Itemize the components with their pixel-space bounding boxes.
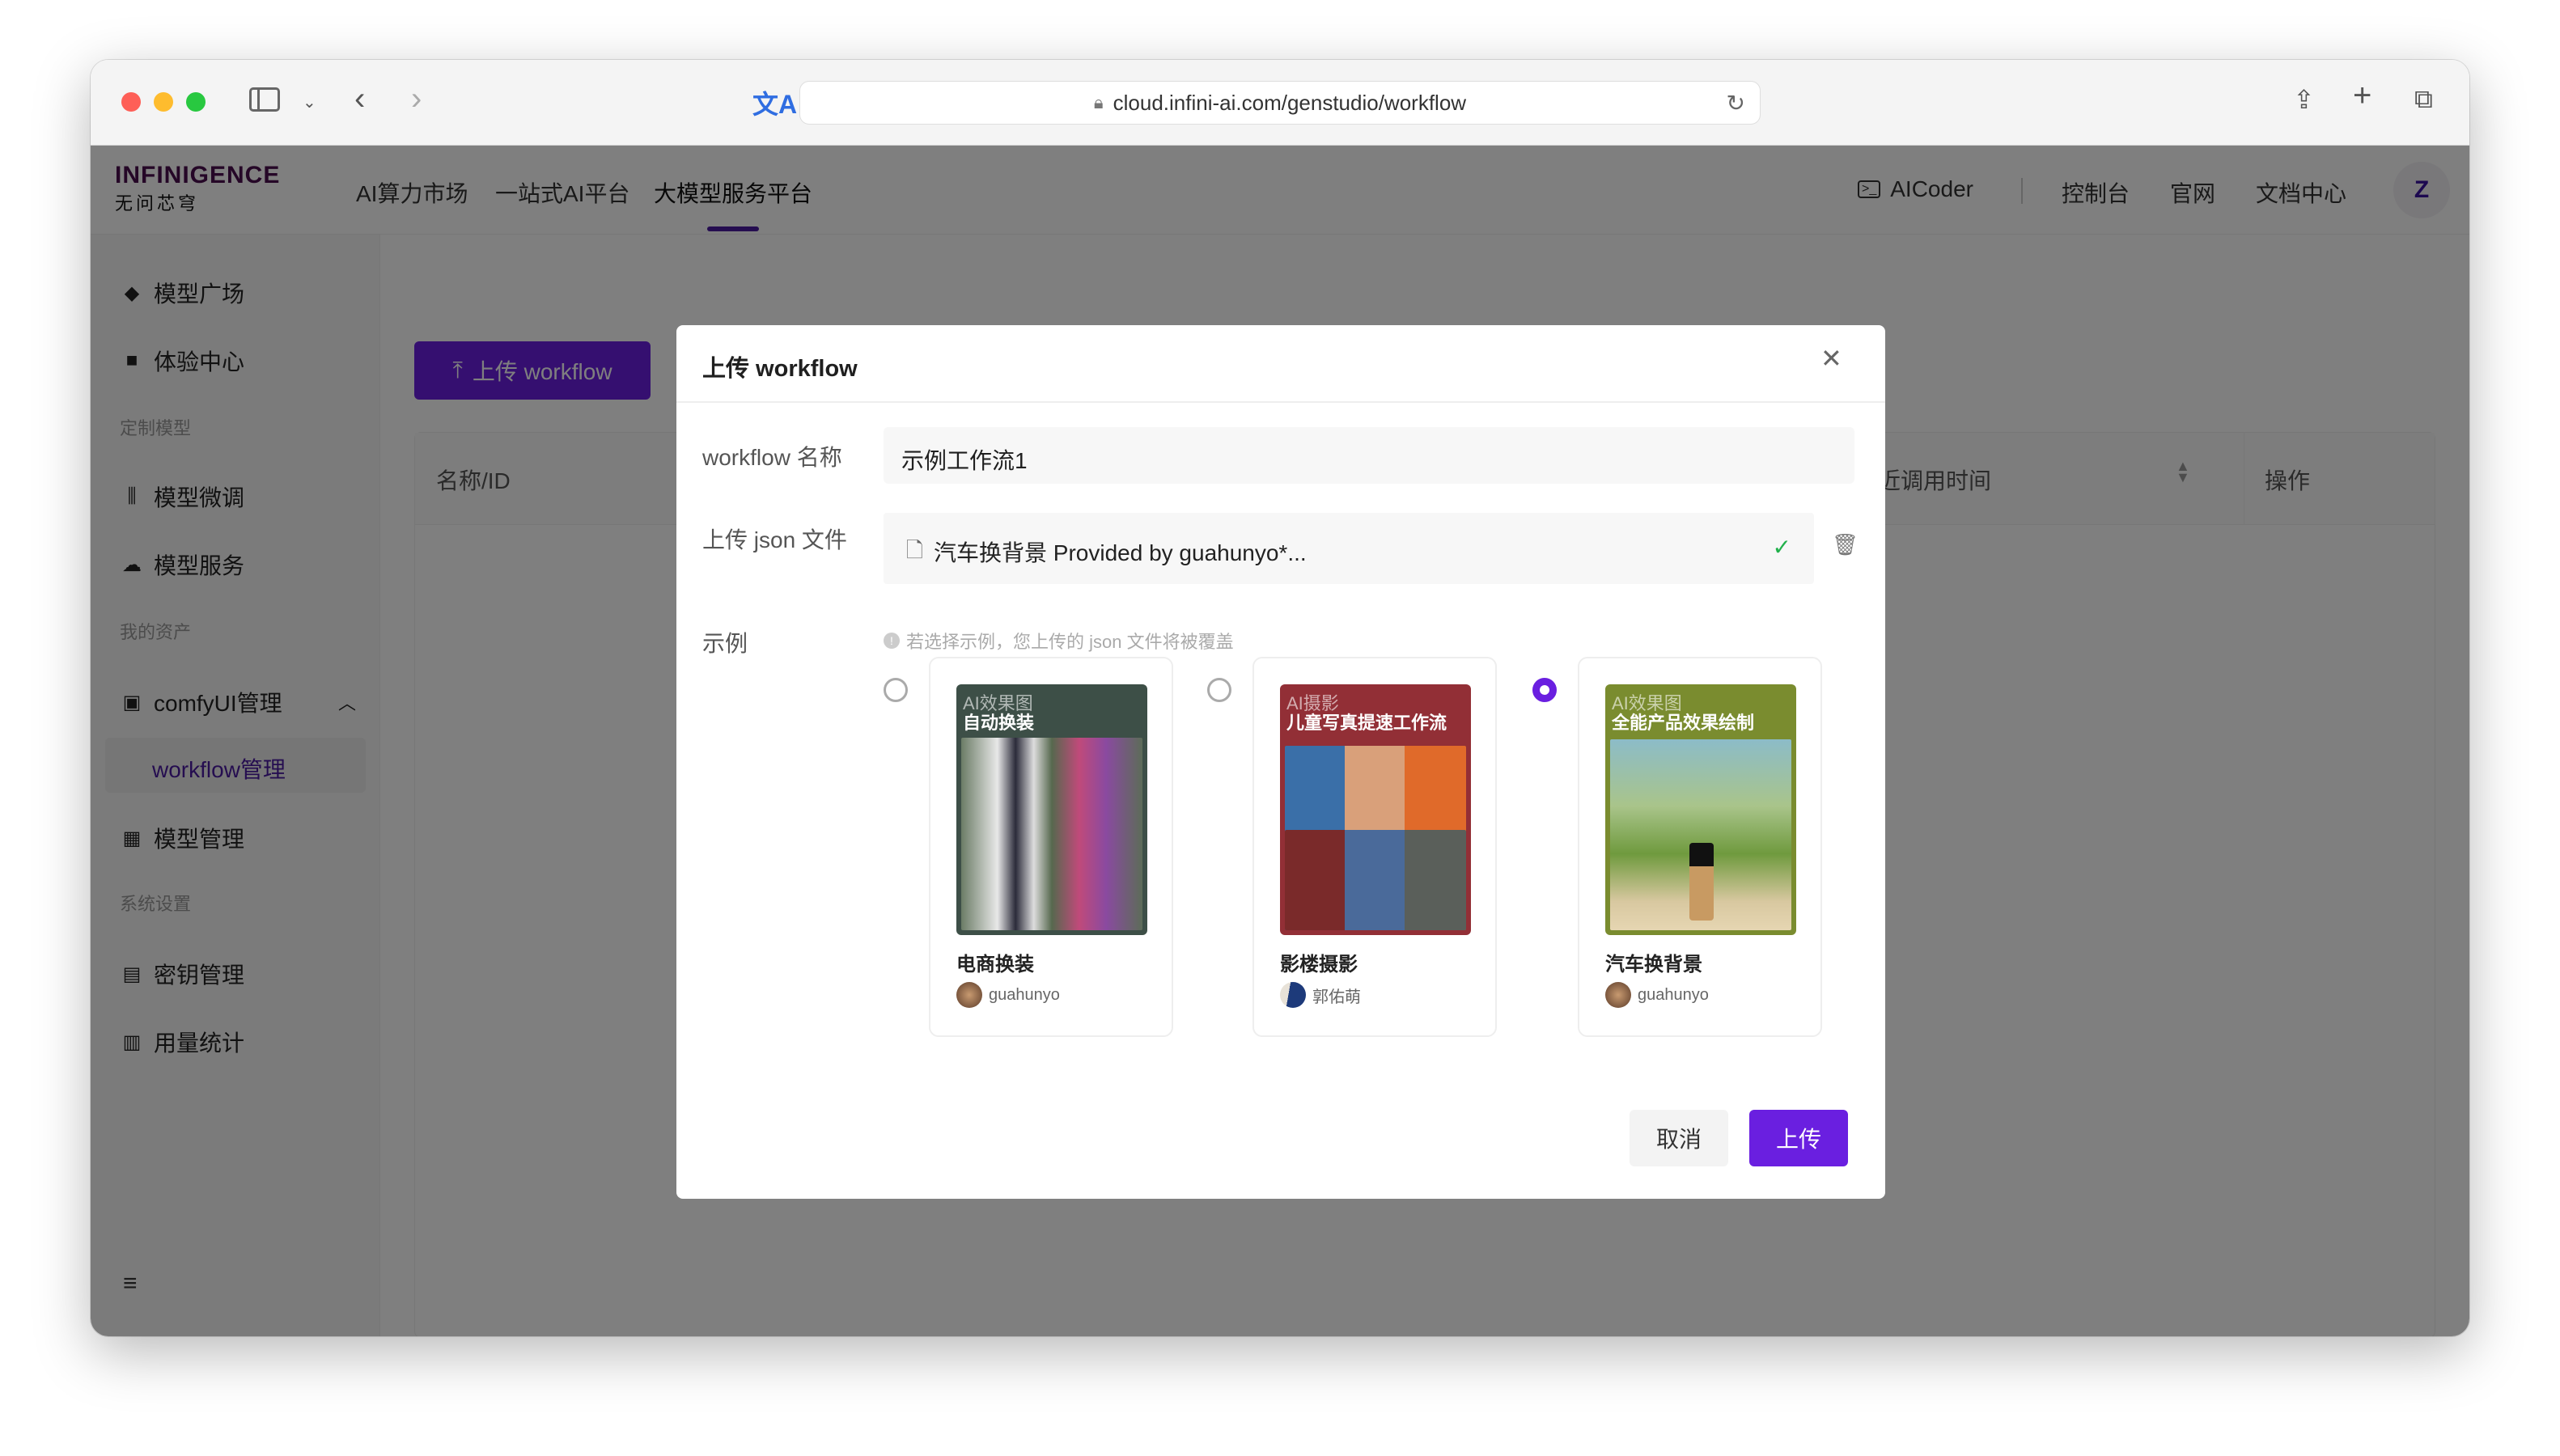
- translate-icon[interactable]: 文A: [752, 84, 797, 121]
- json-file-label: 上传 json 文件: [702, 527, 847, 552]
- workflow-name-input[interactable]: 示例工作流1: [884, 427, 1854, 484]
- example-radio-2[interactable]: [1207, 678, 1231, 702]
- example-title: 影楼摄影: [1280, 954, 1358, 976]
- browser-window: ⌄ ‹ › 文A 🔒︎ cloud.infini-ai.com/genstudi…: [91, 60, 2469, 1336]
- cancel-button[interactable]: 取消: [1630, 1110, 1728, 1166]
- example-author: 郭佑萌: [1280, 982, 1361, 1008]
- sidebar-icon[interactable]: [249, 87, 280, 112]
- delete-file-icon[interactable]: 🗑︎: [1832, 532, 1859, 557]
- file-name: 汽车换背景 Provided by guahunyo*...: [934, 540, 1307, 565]
- example-card-1[interactable]: AI效果图 自动换装 电商换装 guahunyo: [929, 657, 1173, 1037]
- address-bar[interactable]: 🔒︎ cloud.infini-ai.com/genstudio/workflo…: [799, 81, 1761, 125]
- example-card-3[interactable]: AI效果图 全能产品效果绘制 汽车换背景 guahunyo: [1578, 657, 1822, 1037]
- browser-toolbar: ⌄ ‹ › 文A 🔒︎ cloud.infini-ai.com/genstudi…: [91, 60, 2469, 146]
- example-title: 汽车换背景: [1605, 954, 1702, 976]
- submit-upload-button[interactable]: 上传: [1749, 1110, 1848, 1166]
- forward-icon[interactable]: ›: [411, 81, 422, 117]
- example-author: guahunyo: [956, 982, 1060, 1008]
- example-thumbnail: AI摄影 儿童写真提速工作流: [1280, 684, 1471, 935]
- upload-workflow-dialog: 上传 workflow ✕ workflow 名称 示例工作流1 上传 json…: [676, 325, 1885, 1199]
- back-icon[interactable]: ‹: [354, 81, 365, 117]
- author-avatar: [1280, 982, 1306, 1008]
- minimize-window-button[interactable]: [154, 92, 173, 112]
- url-text: cloud.infini-ai.com/genstudio/workflow: [1113, 90, 1467, 115]
- example-thumbnail: AI效果图 全能产品效果绘制: [1605, 684, 1796, 935]
- author-avatar: [1605, 982, 1631, 1008]
- author-avatar: [956, 982, 982, 1008]
- info-icon: !: [884, 633, 900, 649]
- tabs-icon[interactable]: ⧉: [2414, 84, 2433, 115]
- chevron-down-icon[interactable]: ⌄: [303, 92, 316, 112]
- example-hint: ! 若选择示例，您上传的 json 文件将被覆盖: [884, 628, 1234, 654]
- dialog-title: 上传 workflow: [702, 356, 858, 382]
- file-icon: 🗋︎: [906, 538, 923, 562]
- example-card-2[interactable]: AI摄影 儿童写真提速工作流 影楼摄影 郭佑萌: [1252, 657, 1497, 1037]
- new-tab-icon[interactable]: +: [2353, 78, 2371, 114]
- uploaded-file-item: 🗋︎ 汽车换背景 Provided by guahunyo*... ✓: [884, 513, 1814, 584]
- example-title: 电商换装: [956, 954, 1034, 976]
- share-icon[interactable]: ⇪: [2293, 84, 2315, 115]
- divider: [676, 401, 1885, 403]
- lock-icon: 🔒︎: [1093, 92, 1104, 112]
- close-window-button[interactable]: [121, 92, 141, 112]
- maximize-window-button[interactable]: [186, 92, 206, 112]
- example-thumbnail: AI效果图 自动换装: [956, 684, 1147, 935]
- workflow-name-label: workflow 名称: [702, 445, 842, 470]
- check-icon: ✓: [1772, 535, 1791, 560]
- reload-icon[interactable]: ↻: [1727, 90, 1745, 116]
- example-radio-1[interactable]: [884, 678, 908, 702]
- example-radio-3[interactable]: [1532, 678, 1557, 702]
- close-icon[interactable]: ✕: [1820, 343, 1842, 374]
- example-label: 示例: [702, 631, 748, 656]
- example-author: guahunyo: [1605, 982, 1709, 1008]
